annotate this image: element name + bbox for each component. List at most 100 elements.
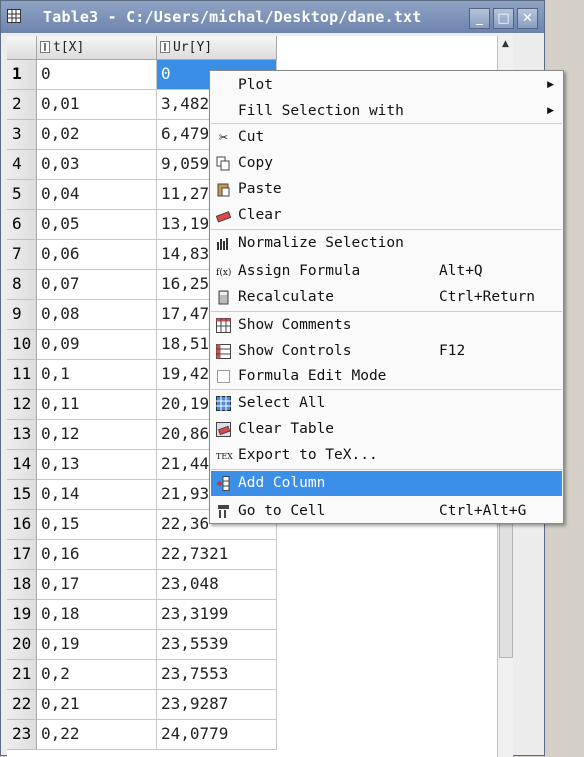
row-number[interactable]: 17: [7, 540, 37, 570]
cell-y[interactable]: 22,7321: [157, 540, 277, 570]
corner-header[interactable]: [7, 36, 37, 60]
row-number[interactable]: 15: [7, 480, 37, 510]
cell-x[interactable]: 0,1: [37, 360, 157, 390]
menu-item-select-all[interactable]: Select All: [211, 391, 562, 416]
sort-icon: [40, 41, 50, 53]
comments-table-icon: [216, 318, 231, 333]
menu-item-add-column[interactable]: Add Column: [211, 471, 562, 496]
menu-item-label: Cut: [238, 129, 265, 145]
row-number[interactable]: 13: [7, 420, 37, 450]
column-header-y[interactable]: Ur[Y]: [157, 36, 277, 60]
menu-item-label: Paste: [238, 181, 282, 197]
cell-x[interactable]: 0,12: [37, 420, 157, 450]
row-number[interactable]: 8: [7, 270, 37, 300]
title-bar[interactable]: Table3 - C:/Users/michal/Desktop/dane.tx…: [1, 1, 544, 33]
row-number[interactable]: 3: [7, 120, 37, 150]
clear-table-icon: [216, 422, 231, 437]
menu-item-formula-edit-mode[interactable]: Formula Edit Mode: [211, 364, 562, 389]
row-number[interactable]: 10: [7, 330, 37, 360]
cell-x[interactable]: 0,05: [37, 210, 157, 240]
table-row: 21 0,2 23,7553: [7, 660, 277, 690]
cell-x[interactable]: 0,22: [37, 720, 157, 750]
cell-x[interactable]: 0,06: [37, 240, 157, 270]
row-number[interactable]: 22: [7, 690, 37, 720]
menu-item-assign-formula[interactable]: f(x) Assign Formula Alt+Q: [211, 259, 562, 284]
menu-item-copy[interactable]: Copy: [211, 151, 562, 176]
checkbox-icon: [216, 369, 231, 384]
cell-x[interactable]: 0,08: [37, 300, 157, 330]
cell-x[interactable]: 0: [37, 60, 157, 90]
controls-table-icon: [216, 344, 231, 359]
menu-item-label: Show Comments: [238, 317, 352, 333]
menu-item-normalize-selection[interactable]: Normalize Selection: [211, 231, 562, 256]
cell-y[interactable]: 23,048: [157, 570, 277, 600]
menu-item-show-controls[interactable]: Show Controls F12: [211, 339, 562, 364]
cell-x[interactable]: 0,18: [37, 600, 157, 630]
row-number[interactable]: 2: [7, 90, 37, 120]
cell-x[interactable]: 0,21: [37, 690, 157, 720]
cell-y[interactable]: 23,7553: [157, 660, 277, 690]
normalize-icon: [216, 236, 231, 251]
cell-x[interactable]: 0,16: [37, 540, 157, 570]
cell-x[interactable]: 0,07: [37, 270, 157, 300]
row-number[interactable]: 16: [7, 510, 37, 540]
cell-x[interactable]: 0,03: [37, 150, 157, 180]
menu-item-export-to-tex[interactable]: TEX Export to TeX...: [211, 443, 562, 468]
column-header-x[interactable]: t[X]: [37, 36, 157, 60]
menu-item-show-comments[interactable]: Show Comments: [211, 313, 562, 338]
cell-x[interactable]: 0,01: [37, 90, 157, 120]
menu-item-clear[interactable]: Clear: [211, 203, 562, 228]
row-number[interactable]: 12: [7, 390, 37, 420]
menu-separator: [211, 389, 562, 390]
cell-y[interactable]: 24,0779: [157, 720, 277, 750]
close-icon: ✕: [522, 11, 533, 26]
row-number[interactable]: 4: [7, 150, 37, 180]
menu-item-plot[interactable]: Plot ▶: [211, 73, 562, 98]
paste-icon: [216, 182, 231, 197]
menu-item-go-to-cell[interactable]: Go to Cell Ctrl+Alt+G: [211, 499, 562, 524]
row-number[interactable]: 5: [7, 180, 37, 210]
row-number[interactable]: 21: [7, 660, 37, 690]
cell-x[interactable]: 0,2: [37, 660, 157, 690]
submenu-arrow-icon: ▶: [547, 106, 554, 116]
maximize-button[interactable]: □: [493, 8, 514, 29]
cell-x[interactable]: 0,14: [37, 480, 157, 510]
cell-x[interactable]: 0,17: [37, 570, 157, 600]
close-button[interactable]: ✕: [517, 8, 538, 29]
cell-y[interactable]: 23,5539: [157, 630, 277, 660]
cell-x[interactable]: 0,02: [37, 120, 157, 150]
column-header-label: t[X]: [53, 40, 85, 55]
cell-x[interactable]: 0,09: [37, 330, 157, 360]
row-number[interactable]: 23: [7, 720, 37, 750]
cell-x[interactable]: 0,19: [37, 630, 157, 660]
menu-item-cut[interactable]: ✂ Cut: [211, 125, 562, 150]
menu-item-clear-table[interactable]: Clear Table: [211, 417, 562, 442]
row-number[interactable]: 18: [7, 570, 37, 600]
cell-y[interactable]: 23,3199: [157, 600, 277, 630]
minimize-button[interactable]: _: [469, 8, 490, 29]
context-menu: Plot ▶ Fill Selection with ▶ ✂ Cut Copy Paste Cl…: [209, 70, 564, 524]
menu-item-label: Formula Edit Mode: [238, 368, 387, 384]
cell-x[interactable]: 0,15: [37, 510, 157, 540]
menu-item-paste[interactable]: Paste: [211, 177, 562, 202]
menu-separator: [211, 229, 562, 230]
row-number[interactable]: 19: [7, 600, 37, 630]
add-column-icon: [216, 476, 231, 491]
row-number[interactable]: 14: [7, 450, 37, 480]
row-number[interactable]: 7: [7, 240, 37, 270]
table-row: 17 0,16 22,7321: [7, 540, 277, 570]
cell-x[interactable]: 0,11: [37, 390, 157, 420]
cell-x[interactable]: 0,13: [37, 450, 157, 480]
menu-item-fill-selection-with[interactable]: Fill Selection with ▶: [211, 99, 562, 124]
menu-item-label: Select All: [238, 395, 326, 411]
menu-item-recalculate[interactable]: Recalculate Ctrl+Return: [211, 285, 562, 310]
cell-x[interactable]: 0,04: [37, 180, 157, 210]
row-number[interactable]: 1: [7, 60, 37, 90]
scroll-up-icon[interactable]: ▲: [499, 37, 512, 51]
menu-item-shortcut: Ctrl+Alt+G: [439, 503, 527, 519]
row-number[interactable]: 20: [7, 630, 37, 660]
row-number[interactable]: 9: [7, 300, 37, 330]
row-number[interactable]: 11: [7, 360, 37, 390]
row-number[interactable]: 6: [7, 210, 37, 240]
cell-y[interactable]: 23,9287: [157, 690, 277, 720]
